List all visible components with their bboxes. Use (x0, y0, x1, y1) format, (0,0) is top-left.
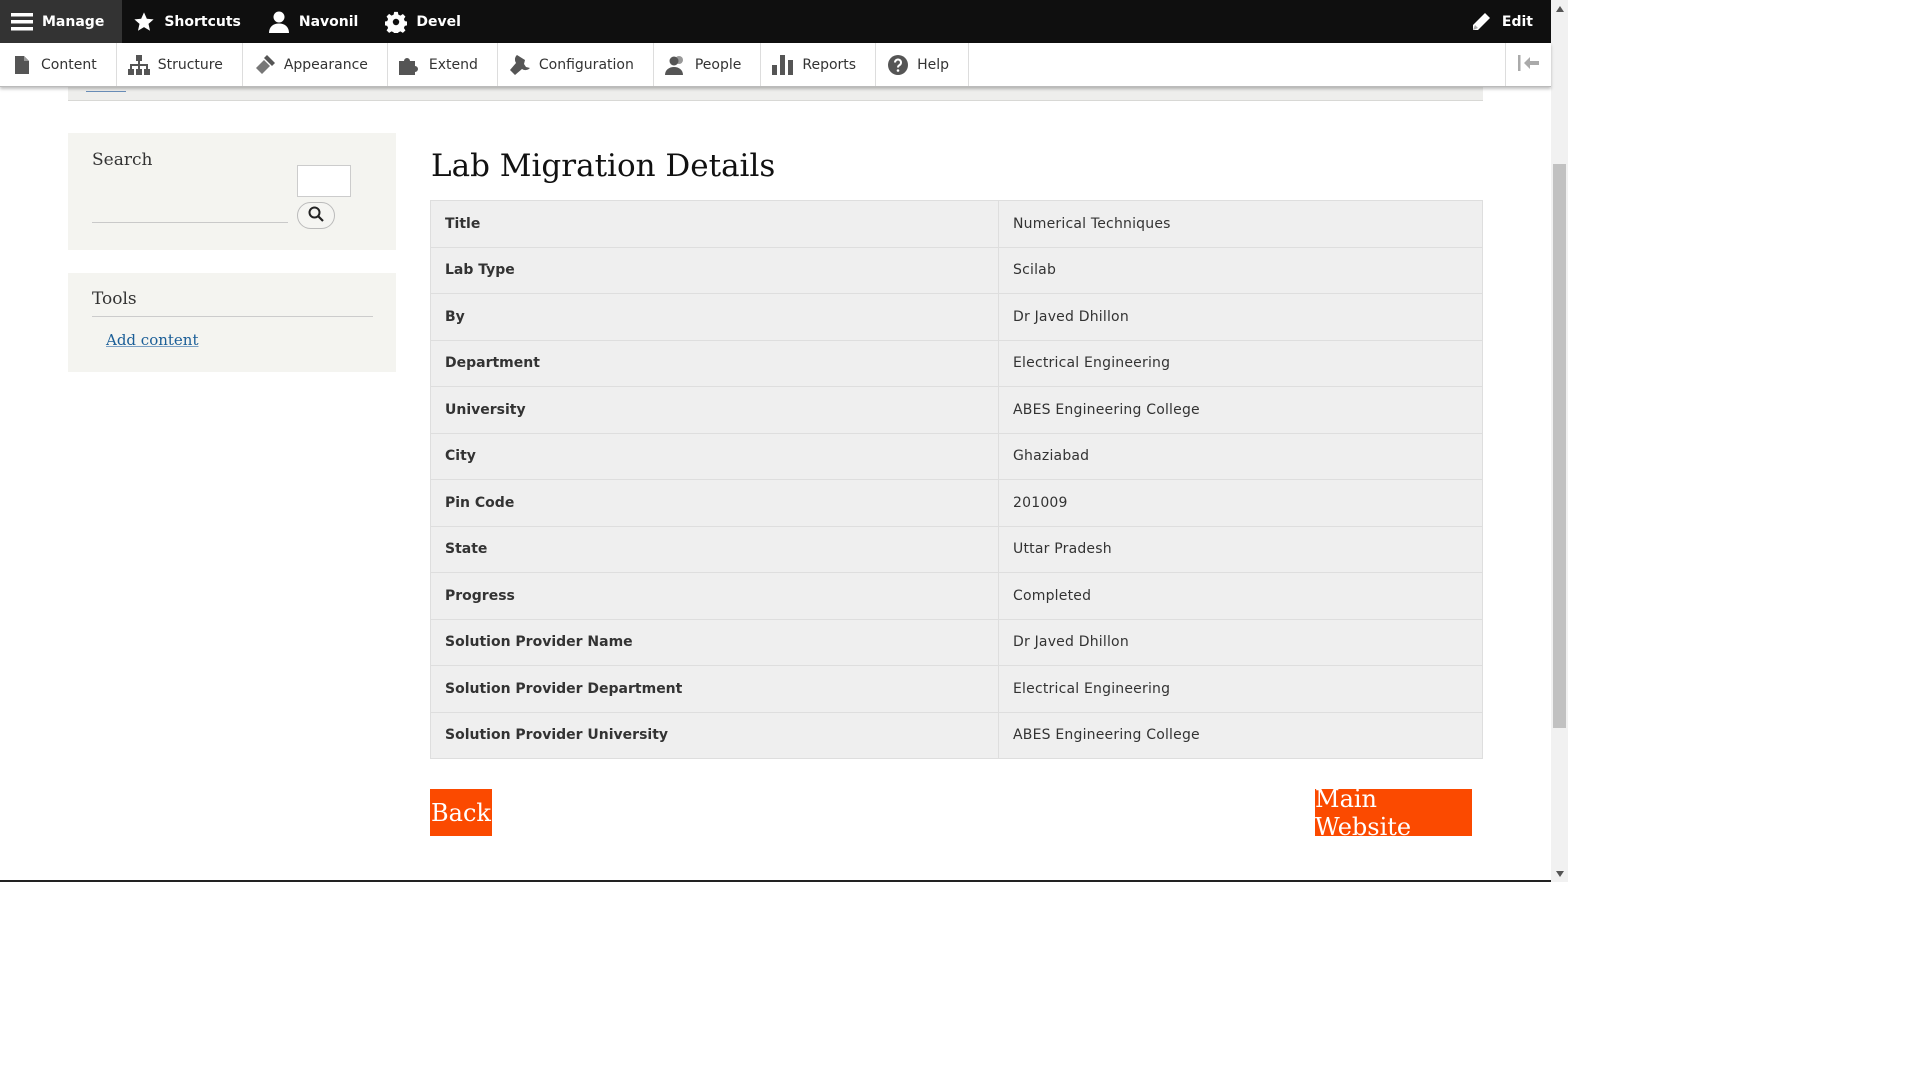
row-label: Progress (430, 572, 999, 620)
details-table: Title Numerical Techniques Lab Type Scilab… (430, 200, 1483, 759)
row-value: Ghaziabad (998, 432, 1483, 480)
puzzle-icon (398, 54, 421, 76)
row-label: Department (430, 339, 999, 387)
tray-item-label: People (694, 56, 742, 73)
tray-item-label: Extend (428, 56, 478, 73)
row-value: 201009 (998, 479, 1483, 527)
bar-chart-icon (772, 54, 794, 76)
tray-item-label: Reports (802, 56, 857, 73)
row-value: Uttar Pradesh (998, 525, 1483, 573)
tray-item-label: Configuration (538, 56, 634, 73)
tools-divider (92, 316, 373, 317)
devel-label: Devel (416, 13, 461, 30)
tray-item-label: Help (917, 56, 949, 73)
scrollbar-thumb[interactable] (1553, 164, 1566, 728)
file-icon (11, 54, 33, 76)
row-value: Scilab (998, 246, 1483, 294)
table-row: State Uttar Pradesh (430, 525, 1483, 573)
devel-menu[interactable]: Devel (374, 0, 477, 43)
tray-item-reports[interactable]: Reports (761, 43, 877, 86)
table-row: Solution Provider Name Dr Javed Dhillon (430, 618, 1483, 666)
row-label: Solution Provider Name (430, 618, 999, 666)
row-value: Electrical Engineering (998, 665, 1483, 713)
row-label: State (430, 525, 999, 573)
shortcuts-label: Shortcuts (164, 13, 241, 30)
row-value: Dr Javed Dhillon (998, 618, 1483, 666)
table-row: Solution Provider Department Electrical E… (430, 665, 1483, 713)
help-icon (887, 54, 909, 76)
row-value: Numerical Techniques (998, 200, 1483, 248)
table-row: Solution Provider University ABES Enginee… (430, 711, 1483, 759)
tools-block: Tools Add content (68, 273, 396, 372)
pencil-icon (1470, 11, 1492, 33)
table-row: University ABES Engineering College (430, 386, 1483, 434)
tray-item-label: Structure (157, 56, 223, 73)
tray-item-configuration[interactable]: Configuration (498, 43, 654, 86)
back-button[interactable]: Back (430, 789, 492, 836)
shortcuts-menu[interactable]: Shortcuts (122, 0, 257, 43)
table-row: City Ghaziabad (430, 432, 1483, 480)
page-title: Lab Migration Details (431, 148, 776, 184)
row-value: Dr Javed Dhillon (998, 293, 1483, 341)
row-label: University (430, 386, 999, 434)
table-row: Department Electrical Engineering (430, 339, 1483, 387)
manage-label: Manage (42, 13, 105, 30)
row-value: Electrical Engineering (998, 339, 1483, 387)
row-label: Lab Type (430, 246, 999, 294)
table-row: Title Numerical Techniques (430, 200, 1483, 248)
tray-item-label: Content (41, 56, 97, 73)
tray-item-content[interactable]: Content (0, 43, 117, 86)
tray-item-appearance[interactable]: Appearance (243, 43, 388, 86)
edit-label: Edit (1501, 13, 1533, 30)
wrench-icon (509, 54, 531, 76)
row-label: Solution Provider University (430, 711, 999, 759)
row-value: ABES Engineering College (998, 386, 1483, 434)
row-label: By (430, 293, 999, 341)
row-label: City (430, 432, 999, 480)
tools-block-title: Tools (92, 289, 137, 309)
scroll-down-icon[interactable] (1551, 865, 1568, 882)
search-button[interactable] (297, 202, 335, 229)
tray-item-people[interactable]: People (654, 43, 762, 86)
main-website-button[interactable]: Main Website (1315, 785, 1472, 841)
table-row: Lab Type Scilab (430, 246, 1483, 294)
table-row: By Dr Javed Dhillon (430, 293, 1483, 341)
tray-item-help[interactable]: Help (876, 43, 969, 86)
row-value: Completed (998, 572, 1483, 620)
search-block-title: Search (92, 150, 153, 170)
search-block: Search (68, 133, 396, 250)
row-label: Pin Code (430, 479, 999, 527)
row-label: Solution Provider Department (430, 665, 999, 713)
manage-menu[interactable]: Manage (0, 0, 123, 43)
search-icon (308, 206, 324, 226)
tray-item-structure[interactable]: Structure (117, 43, 243, 86)
search-input[interactable] (297, 165, 351, 197)
admin-tray: Content Structure Appearance Extend Conf… (0, 43, 1551, 87)
page-bottom-edge (0, 880, 1551, 882)
user-label: Navonil (298, 13, 359, 30)
star-icon (132, 10, 156, 34)
user-icon (267, 10, 291, 34)
breadcrumb-link[interactable] (86, 90, 126, 92)
add-content-link[interactable]: Add content (106, 331, 199, 349)
breadcrumb (68, 87, 1483, 101)
row-label: Title (430, 200, 999, 248)
table-row: Progress Completed (430, 572, 1483, 620)
people-icon (664, 54, 687, 76)
table-row: Pin Code 201009 (430, 479, 1483, 527)
row-value: ABES Engineering College (998, 711, 1483, 759)
paintbrush-icon (254, 54, 276, 76)
search-underline (92, 222, 288, 223)
tray-item-label: Appearance (283, 56, 368, 73)
gear-icon (384, 10, 408, 34)
sitemap-icon (127, 54, 150, 76)
tray-item-extend[interactable]: Extend (388, 43, 498, 86)
tray-orientation-toggle[interactable] (1505, 43, 1551, 86)
user-menu[interactable]: Navonil (257, 0, 374, 43)
edit-toggle[interactable]: Edit (1470, 0, 1533, 43)
admin-toolbar: Manage Shortcuts Navonil Devel Edit (0, 0, 1551, 43)
collapse-left-icon (1517, 54, 1540, 75)
scroll-up-icon[interactable] (1551, 0, 1568, 17)
hamburger-icon (10, 10, 34, 34)
